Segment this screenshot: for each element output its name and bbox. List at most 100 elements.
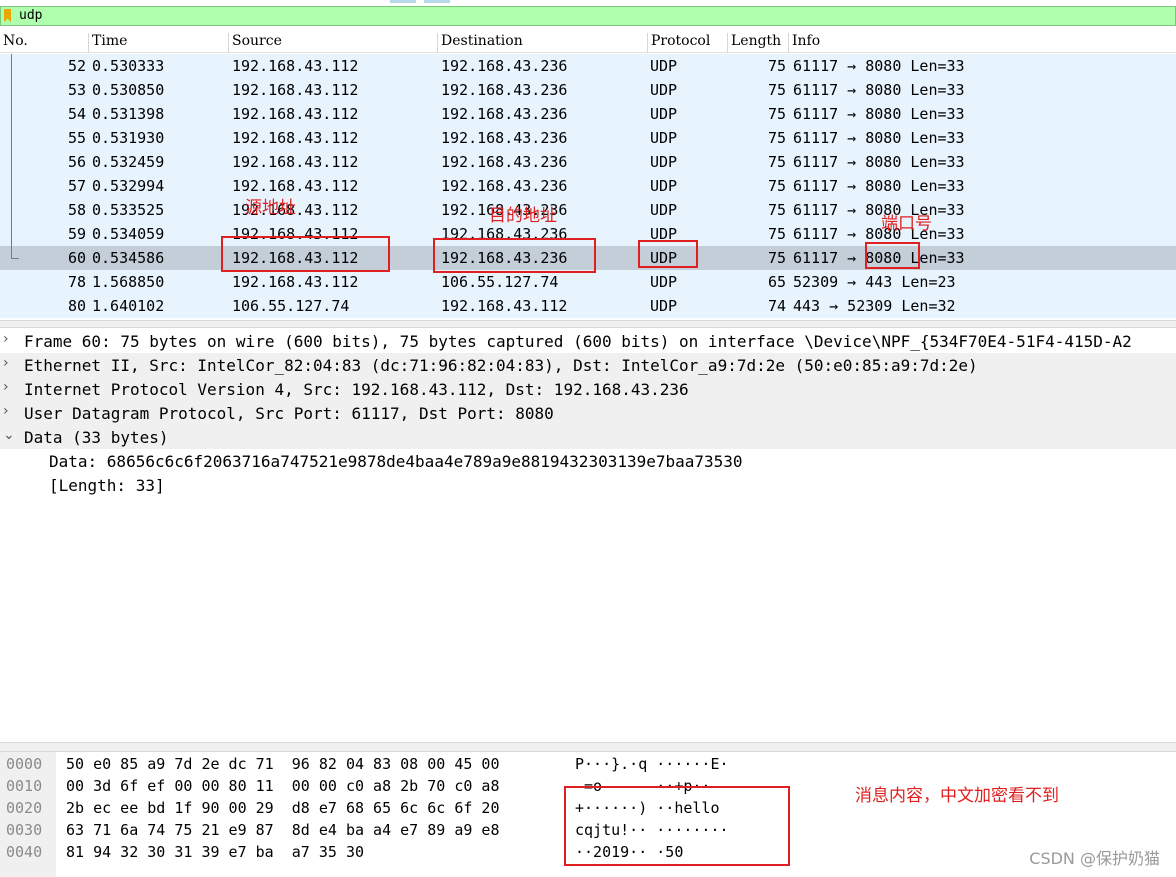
packet-row[interactable]: 54 0.531398 192.168.43.112 192.168.43.23… [0, 102, 1176, 126]
detail-data-length[interactable]: [Length: 33] [0, 473, 1176, 497]
destination-highlight-box [433, 238, 596, 273]
packet-destination: 106.55.127.74 [441, 273, 559, 291]
packet-source: 192.168.43.112 [232, 129, 359, 147]
expand-arrow-icon[interactable]: › [3, 355, 9, 371]
detail-text: [Length: 33] [49, 476, 165, 495]
bytes-hex[interactable]: 2b ec ee bd 1f 90 00 29 d8 e7 68 65 6c 6… [66, 799, 499, 817]
packet-list: 52 0.530333 192.168.43.112 192.168.43.23… [0, 54, 1176, 318]
display-filter-input[interactable]: udp [19, 8, 42, 23]
packet-details-pane: › Frame 60: 75 bytes on wire (600 bits),… [0, 329, 1176, 742]
packet-source: 106.55.127.74 [232, 297, 350, 315]
bytes-row[interactable]: 0010 00 3d 6f ef 00 00 80 11 00 00 c0 a8… [0, 774, 1000, 796]
packet-time: 0.531930 [92, 129, 165, 147]
bytes-row[interactable]: 0020 2b ec ee bd 1f 90 00 29 d8 e7 68 65… [0, 796, 1000, 818]
expand-arrow-icon[interactable]: › [3, 331, 9, 347]
detail-data-payload[interactable]: Data: 68656c6c6f2063716a747521e9878de4ba… [0, 449, 1176, 473]
packet-length: 74 [767, 297, 786, 315]
packet-row[interactable]: 78 1.568850 192.168.43.112 106.55.127.74… [0, 270, 1176, 294]
packet-destination: 192.168.43.236 [441, 129, 568, 147]
packet-protocol: UDP [650, 297, 678, 315]
packet-time: 0.531398 [92, 105, 165, 123]
packet-time: 0.532459 [92, 153, 165, 171]
packet-no: 59 [67, 225, 86, 243]
packet-no: 80 [67, 297, 86, 315]
detail-ethernet[interactable]: › Ethernet II, Src: IntelCor_82:04:83 (d… [0, 353, 1176, 377]
column-header-time[interactable]: Time [88, 33, 127, 53]
bytes-row[interactable]: 0000 50 e0 85 a9 7d 2e dc 71 96 82 04 83… [0, 752, 1000, 774]
display-filter-bar[interactable]: udp [0, 6, 1176, 26]
packet-row[interactable]: 56 0.532459 192.168.43.112 192.168.43.23… [0, 150, 1176, 174]
source-highlight-box [221, 236, 390, 272]
column-header-length[interactable]: Length [727, 33, 781, 53]
packet-row[interactable]: 58 0.533525 192.168.43.112 192.168.43.23… [0, 198, 1176, 222]
bytes-hex[interactable]: 63 71 6a 74 75 21 e9 87 8d e4 ba a4 e7 8… [66, 821, 499, 839]
bytes-row[interactable]: 0040 81 94 32 30 31 39 e7 ba a7 35 30 ··… [0, 840, 1000, 862]
pane-splitter[interactable] [0, 742, 1176, 752]
column-header-info[interactable]: Info [788, 33, 820, 53]
packet-row[interactable]: 53 0.530850 192.168.43.112 192.168.43.23… [0, 78, 1176, 102]
collapse-arrow-icon[interactable]: ⌄ [3, 427, 15, 443]
packet-info: 61117 → 8080 Len=33 [793, 201, 965, 219]
packet-destination: 192.168.43.112 [441, 297, 568, 315]
packet-time: 0.534059 [92, 225, 165, 243]
packet-no: 78 [67, 273, 86, 291]
packet-length: 75 [767, 249, 786, 267]
column-header-destination[interactable]: Destination [437, 33, 523, 53]
expand-arrow-icon[interactable]: › [3, 379, 9, 395]
packet-info: 61117 → 8080 Len=33 [793, 81, 965, 99]
port-annotation: 端口号 [881, 214, 932, 234]
bookmark-icon[interactable] [4, 9, 11, 22]
bytes-ascii[interactable]: P···}.·q ······E· [575, 755, 729, 773]
bytes-offset: 0040 [6, 843, 43, 861]
bytes-hex[interactable]: 00 3d 6f ef 00 00 80 11 00 00 c0 a8 2b 7… [66, 777, 499, 795]
message-highlight-box [564, 786, 790, 866]
column-header-source[interactable]: Source [228, 33, 282, 53]
bytes-hex[interactable]: 50 e0 85 a9 7d 2e dc 71 96 82 04 83 08 0… [66, 755, 499, 773]
protocol-highlight-box [638, 240, 698, 268]
packet-length: 75 [767, 177, 786, 195]
bytes-hex[interactable]: 81 94 32 30 31 39 e7 ba a7 35 30 [66, 843, 364, 861]
packet-row[interactable]: 57 0.532994 192.168.43.112 192.168.43.23… [0, 174, 1176, 198]
toolbar-button[interactable] [390, 0, 416, 3]
packet-protocol: UDP [650, 105, 678, 123]
packet-length: 75 [767, 129, 786, 147]
bytes-offset: 0010 [6, 777, 43, 795]
detail-text: Frame 60: 75 bytes on wire (600 bits), 7… [24, 332, 1132, 351]
packet-row[interactable]: 52 0.530333 192.168.43.112 192.168.43.23… [0, 54, 1176, 78]
detail-frame[interactable]: › Frame 60: 75 bytes on wire (600 bits),… [0, 329, 1176, 353]
packet-list-header: No. Time Source Destination Protocol Len… [0, 29, 1176, 53]
packet-info: 61117 → 8080 Len=33 [793, 225, 965, 243]
expand-arrow-icon[interactable]: › [3, 403, 9, 419]
column-header-no[interactable]: No. [0, 33, 28, 53]
packet-time: 0.533525 [92, 201, 165, 219]
packet-protocol: UDP [650, 57, 678, 75]
detail-text: Data (33 bytes) [24, 428, 169, 447]
packet-source: 192.168.43.112 [232, 105, 359, 123]
packet-protocol: UDP [650, 273, 678, 291]
detail-ipv4[interactable]: › Internet Protocol Version 4, Src: 192.… [0, 377, 1176, 401]
packet-length: 75 [767, 81, 786, 99]
pane-splitter[interactable] [0, 320, 1176, 328]
packet-no: 60 [67, 249, 86, 267]
packet-destination: 192.168.43.236 [441, 105, 568, 123]
packet-info: 61117 → 8080 Len=33 [793, 57, 965, 75]
packet-protocol: UDP [650, 201, 678, 219]
packet-info: 61117 → 8080 Len=33 [793, 105, 965, 123]
packet-row[interactable]: 80 1.640102 106.55.127.74 192.168.43.112… [0, 294, 1176, 318]
column-header-protocol[interactable]: Protocol [647, 33, 710, 53]
packet-length: 75 [767, 57, 786, 75]
packet-no: 53 [67, 81, 86, 99]
packet-protocol: UDP [650, 81, 678, 99]
packet-destination: 192.168.43.236 [441, 177, 568, 195]
packet-time: 0.532994 [92, 177, 165, 195]
detail-udp[interactable]: › User Datagram Protocol, Src Port: 6111… [0, 401, 1176, 425]
packet-time: 0.530850 [92, 81, 165, 99]
destination-annotation: 目的地址 [489, 206, 557, 226]
detail-data[interactable]: ⌄ Data (33 bytes) [0, 425, 1176, 449]
packet-row[interactable]: 55 0.531930 192.168.43.112 192.168.43.23… [0, 126, 1176, 150]
detail-text: Data: 68656c6c6f2063716a747521e9878de4ba… [49, 452, 743, 471]
toolbar-button[interactable] [424, 0, 450, 3]
bytes-row[interactable]: 0030 63 71 6a 74 75 21 e9 87 8d e4 ba a4… [0, 818, 1000, 840]
packet-time: 0.530333 [92, 57, 165, 75]
packet-no: 54 [67, 105, 86, 123]
